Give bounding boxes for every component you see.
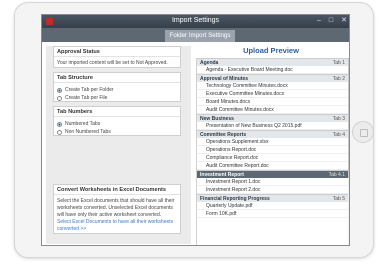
- scrollbar-thumb[interactable]: [348, 58, 349, 178]
- preview-document-row[interactable]: Board Minutes.docx: [197, 98, 348, 106]
- radio-selected-icon: [57, 87, 62, 93]
- radio-selected-icon: [57, 121, 62, 127]
- convert-worksheets-group: Convert Worksheets in Excel Documents Se…: [53, 184, 181, 234]
- preview-tab-row[interactable]: Financial Reporting Progress Tab 5: [197, 194, 348, 202]
- convert-worksheets-text: Select the Excel documents that should h…: [57, 198, 175, 218]
- preview-document-row[interactable]: Operations Supplement.xlsx: [197, 138, 348, 146]
- tab-numbers-group: Tab Numbers Numbered Tabs Non Numbered T…: [53, 106, 181, 136]
- tab-bar: Folder Import Settings: [42, 28, 349, 42]
- settings-panel: Approval Status Your imported content wi…: [46, 46, 191, 244]
- tab-structure-group: Tab Structure Create Tab per Folder Crea…: [53, 72, 181, 102]
- approval-status-text: Your imported content will be set to Not…: [57, 60, 168, 66]
- radio-numbered-tabs[interactable]: Numbered Tabs: [57, 120, 177, 128]
- close-icon[interactable]: ✕: [339, 16, 349, 26]
- preview-document-row[interactable]: Presentation of New Business Q2 2015.pdf: [197, 122, 348, 130]
- app-window: Import Settings – □ ✕ Folder Import Sett…: [41, 14, 350, 246]
- preview-document-row[interactable]: Investment Report 1.doc: [197, 178, 348, 186]
- preview-document-row[interactable]: Agenda - Executive Board Meeting.doc: [197, 66, 348, 74]
- preview-scrollbar[interactable]: [348, 58, 349, 245]
- radio-non-numbered-tabs[interactable]: Non Numbered Tabs: [57, 128, 177, 136]
- preview-document-row[interactable]: Compliance Report.doc: [197, 154, 348, 162]
- preview-document-row[interactable]: Audit Committee Minutes.docx: [197, 106, 348, 114]
- preview-document-row[interactable]: Audit Committee Report.doc: [197, 162, 348, 170]
- preview-document-row[interactable]: Operations Report.doc: [197, 146, 348, 154]
- radio-unselected-icon: [57, 95, 62, 101]
- tab-folder-import-settings[interactable]: Folder Import Settings: [165, 30, 235, 42]
- window-title: Import Settings: [171, 17, 220, 24]
- preview-document-row[interactable]: Form 10K.pdf: [197, 210, 348, 218]
- radio-tab-per-folder[interactable]: Create Tab per Folder: [57, 86, 177, 94]
- approval-status-group: Approval Status Your imported content wi…: [53, 46, 181, 68]
- approval-status-title: Approval Status: [54, 47, 180, 57]
- maximize-icon[interactable]: □: [326, 16, 336, 26]
- preview-tab-row[interactable]: New Business Tab 3: [197, 114, 348, 122]
- select-excel-documents-link[interactable]: Select Excel Documents to have all their…: [57, 219, 177, 233]
- preview-tab-row[interactable]: Agenda Tab 1: [197, 58, 348, 66]
- preview-tree: Agenda Tab 1 Agenda - Executive Board Meet…: [196, 58, 348, 245]
- preview-document-row[interactable]: Quarterly Update.pdf: [197, 202, 348, 210]
- tab-structure-title: Tab Structure: [54, 73, 180, 83]
- preview-document-row[interactable]: Technology Committee Minutes.docx: [197, 82, 348, 90]
- upload-preview-title: Upload Preview: [243, 46, 299, 55]
- radio-tab-per-file[interactable]: Create Tab per File: [57, 94, 177, 102]
- minimize-icon[interactable]: –: [314, 16, 324, 26]
- home-button[interactable]: [352, 121, 374, 143]
- convert-worksheets-title: Convert Worksheets in Excel Documents: [54, 185, 180, 195]
- preview-document-row[interactable]: Executive Committee Minutes.docx: [197, 90, 348, 98]
- radio-unselected-icon: [57, 129, 62, 135]
- title-bar: Import Settings – □ ✕: [42, 15, 349, 28]
- preview-tab-row[interactable]: Committee Reports Tab 4: [197, 130, 348, 138]
- tab-numbers-title: Tab Numbers: [54, 107, 180, 117]
- preview-tab-row[interactable]: Investment Report Tab 4.1: [197, 170, 348, 178]
- preview-tab-row[interactable]: Approval of Minutes Tab 2: [197, 74, 348, 82]
- upload-preview-panel: Upload Preview Agenda Tab 1 Agenda - Execu…: [194, 43, 349, 245]
- preview-document-row[interactable]: Investment Report 2.doc: [197, 186, 348, 194]
